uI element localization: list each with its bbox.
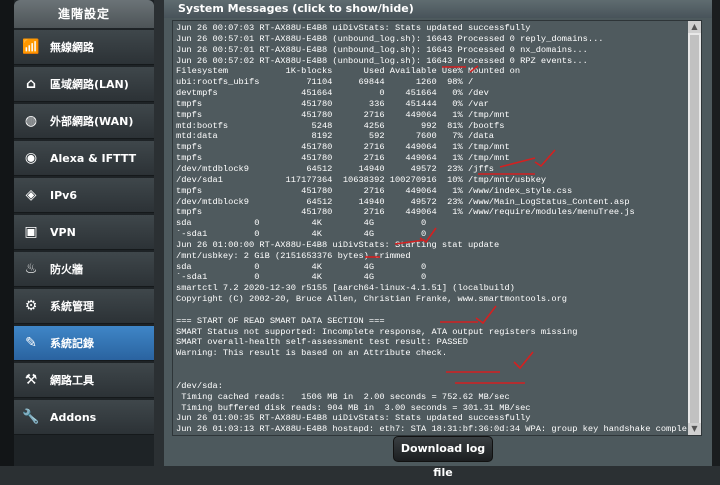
log-text: Jun 26 00:07:03 RT-AX88U-E4B8 uiDivStats… xyxy=(176,23,687,435)
vpn-icon: ▣ xyxy=(24,224,38,240)
wifi-icon: 📶 xyxy=(22,39,40,55)
admin-icon: ⚙ xyxy=(24,298,38,314)
sidebar-item-label: Addons xyxy=(50,410,97,424)
sidebar-item-wrench[interactable]: 🔧 Addons xyxy=(14,400,154,435)
system-messages-header[interactable]: System Messages (click to show/hide) xyxy=(164,0,712,18)
sidebar-item-label: 網路工具 xyxy=(50,374,94,387)
sidebar-item-label: 無線網路 xyxy=(50,41,94,54)
sidebar-item-ipv6[interactable]: ◈ IPv6 xyxy=(14,178,154,213)
download-log-button[interactable]: Download log file xyxy=(393,436,493,479)
globe-icon: ◍ xyxy=(24,113,38,129)
home-icon: ⌂ xyxy=(25,76,37,92)
log-scrollbar[interactable]: ▲ ▼ xyxy=(688,21,701,435)
sidebar-item-label: 系統記錄 xyxy=(50,337,94,350)
sidebar-item-label: VPN xyxy=(50,225,76,239)
log-area[interactable]: Jun 26 00:07:03 RT-AX88U-E4B8 uiDivStats… xyxy=(172,20,702,436)
sidebar-title: 進階設定 xyxy=(14,0,154,28)
sidebar-item-home[interactable]: ⌂ 區域網路(LAN) xyxy=(14,67,154,102)
sidebar-item-label: IPv6 xyxy=(50,188,77,202)
scroll-thumb[interactable] xyxy=(690,35,699,423)
log-text-container: Jun 26 00:07:03 RT-AX88U-E4B8 uiDivStats… xyxy=(173,21,687,435)
sidebar-item-log[interactable]: ✎ 系統記錄 xyxy=(14,326,154,361)
firewall-icon: ♨ xyxy=(24,261,38,277)
sidebar-item-admin[interactable]: ⚙ 系統管理 xyxy=(14,289,154,324)
sidebar-item-alexa[interactable]: ◉ Alexa & IFTTT xyxy=(14,141,154,176)
sidebar-item-globe[interactable]: ◍ 外部網路(WAN) xyxy=(14,104,154,139)
sidebar-item-label: 區域網路(LAN) xyxy=(50,78,129,91)
left-rail xyxy=(0,0,14,466)
sidebar-item-vpn[interactable]: ▣ VPN xyxy=(14,215,154,250)
sidebar-menu: 📶 無線網路 ⌂ 區域網路(LAN) ◍ 外部網路(WAN) ◉ Alexa & IFTTT ◈… xyxy=(14,30,154,435)
ipv6-icon: ◈ xyxy=(25,187,37,203)
sidebar-item-label: 防火牆 xyxy=(50,263,83,276)
sidebar: 進階設定 📶 無線網路 ⌂ 區域網路(LAN) ◍ 外部網路(WAN) ◉ Alexa & I… xyxy=(14,0,154,466)
sidebar-item-label: 外部網路(WAN) xyxy=(50,115,134,128)
right-edge xyxy=(712,0,720,466)
tools-icon: ⚒ xyxy=(24,372,38,388)
sidebar-item-label: Alexa & IFTTT xyxy=(50,151,137,165)
alexa-icon: ◉ xyxy=(24,150,38,166)
main-panel: System Messages (click to show/hide) Jun… xyxy=(164,0,712,479)
sidebar-item-label: 系統管理 xyxy=(50,300,94,313)
sidebar-item-tools[interactable]: ⚒ 網路工具 xyxy=(14,363,154,398)
sidebar-item-firewall[interactable]: ♨ 防火牆 xyxy=(14,252,154,287)
sidebar-item-wifi[interactable]: 📶 無線網路 xyxy=(14,30,154,65)
scroll-up-icon[interactable]: ▲ xyxy=(688,21,701,33)
wrench-icon: 🔧 xyxy=(22,409,40,425)
scroll-down-icon[interactable]: ▼ xyxy=(688,423,701,435)
log-icon: ✎ xyxy=(25,335,37,351)
